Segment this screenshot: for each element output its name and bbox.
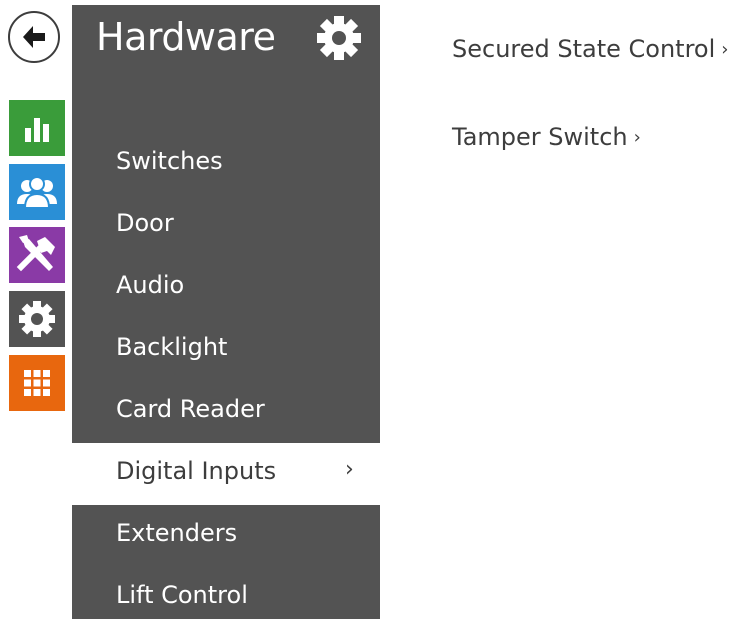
rail-hardware-button[interactable] xyxy=(9,291,65,347)
gear-icon[interactable] xyxy=(315,14,363,62)
tamper-switch-link[interactable]: Tamper Switch › xyxy=(452,123,641,151)
chevron-right-icon: › xyxy=(633,127,641,148)
sidebar-item-label: Extenders xyxy=(116,519,238,547)
sidebar-item-label: Card Reader xyxy=(116,395,265,423)
gear-icon xyxy=(19,301,55,337)
chevron-right-icon: › xyxy=(345,457,354,482)
link-label: Tamper Switch xyxy=(452,123,628,151)
sidebar-item-card-reader[interactable]: Card Reader xyxy=(72,381,380,443)
rail-services-button[interactable] xyxy=(9,227,65,283)
grid-icon xyxy=(24,370,50,396)
sidebar-item-extenders[interactable]: Extenders xyxy=(72,505,380,567)
sidebar-item-backlight[interactable]: Backlight xyxy=(72,319,380,381)
sidebar-item-door[interactable]: Door xyxy=(72,195,380,257)
sidebar-item-lift-control[interactable]: Lift Control xyxy=(72,567,380,619)
sidebar-item-label: Backlight xyxy=(116,333,228,361)
sidebar-item-digital-inputs[interactable]: Digital Inputs › xyxy=(72,443,380,505)
sidebar-menu: Switches Door Audio Backlight Card Reade… xyxy=(72,133,380,619)
secured-state-control-link[interactable]: Secured State Control › xyxy=(452,35,729,63)
hardware-sidebar: Hardware Switches Door Audio Backlight C… xyxy=(72,5,380,619)
rail-system-button[interactable] xyxy=(9,355,65,411)
back-button[interactable] xyxy=(8,11,60,63)
sidebar-item-switches[interactable]: Switches xyxy=(72,133,380,195)
users-icon xyxy=(17,176,57,209)
sidebar-item-label: Switches xyxy=(116,147,223,175)
sidebar-item-label: Lift Control xyxy=(116,581,248,609)
back-arrow-icon xyxy=(23,26,45,48)
sidebar-title: Hardware xyxy=(96,15,276,59)
sidebar-item-label: Digital Inputs xyxy=(116,457,277,485)
rail-directory-button[interactable] xyxy=(9,164,65,220)
chevron-right-icon: › xyxy=(721,39,729,60)
sidebar-item-label: Audio xyxy=(116,271,185,299)
sidebar-item-label: Door xyxy=(116,209,174,237)
link-label: Secured State Control xyxy=(452,35,716,63)
bar-chart-icon xyxy=(25,118,49,142)
rail-status-button[interactable] xyxy=(9,100,65,156)
app-root: Hardware Switches Door Audio Backlight C… xyxy=(0,0,735,619)
tools-icon xyxy=(16,235,55,272)
sidebar-item-audio[interactable]: Audio xyxy=(72,257,380,319)
